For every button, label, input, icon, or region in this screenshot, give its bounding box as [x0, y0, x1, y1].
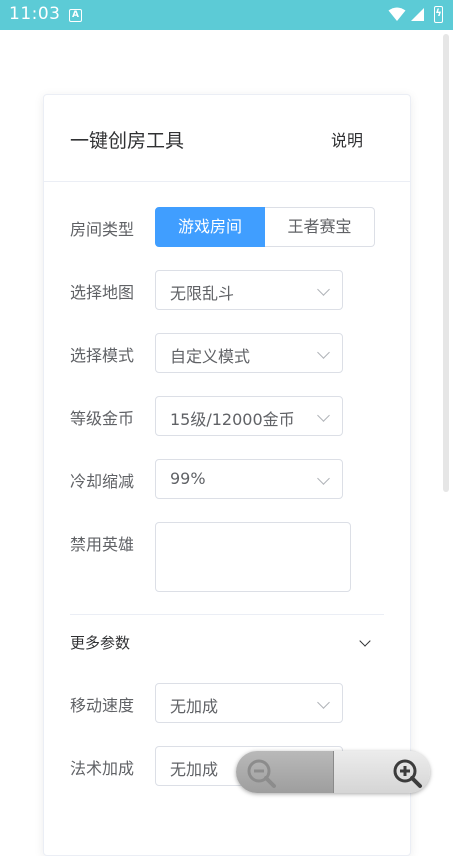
cooldown-select-value: 99% — [170, 469, 206, 488]
chevron-down-icon[interactable] — [359, 635, 371, 647]
level-gold-row: 等级金币 15级/12000金币 — [44, 396, 410, 436]
card-title: 一键创房工具 — [70, 130, 185, 152]
magic-bonus-label: 法术加成 — [70, 759, 135, 778]
map-select[interactable]: 无限乱斗 — [155, 270, 343, 310]
level-gold-select[interactable]: 15级/12000金币 — [155, 396, 343, 436]
page-scrollbar[interactable] — [443, 34, 449, 492]
zoom-out-icon — [247, 759, 276, 788]
mode-select[interactable]: 自定义模式 — [155, 333, 343, 373]
map-label: 选择地图 — [70, 283, 135, 302]
level-gold-select-value: 15级/12000金币 — [170, 410, 295, 429]
room-type-tournament-button[interactable]: 王者赛宝 — [265, 207, 375, 247]
chevron-down-icon — [317, 346, 330, 359]
chevron-down-icon — [317, 696, 330, 709]
zoom-in-icon — [393, 759, 422, 788]
level-gold-label: 等级金币 — [70, 409, 135, 428]
create-room-card: 一键创房工具 说明 房间类型 游戏房间 王者赛宝 选择地图 无限乱斗 选择模式 … — [43, 94, 411, 856]
move-speed-select[interactable]: 无加成 — [155, 683, 343, 723]
card-header: 一键创房工具 说明 — [44, 95, 410, 182]
move-speed-label: 移动速度 — [70, 696, 135, 715]
banned-heroes-input[interactable] — [155, 522, 351, 592]
map-row: 选择地图 无限乱斗 — [44, 270, 410, 310]
cooldown-label: 冷却缩减 — [70, 472, 135, 491]
move-speed-row: 移动速度 无加成 — [44, 683, 410, 723]
banned-heroes-row: 禁用英雄 — [44, 522, 410, 592]
banned-heroes-label: 禁用英雄 — [70, 535, 135, 554]
move-speed-select-value: 无加成 — [170, 697, 219, 716]
room-type-label: 房间类型 — [70, 220, 135, 239]
wifi-icon — [388, 7, 406, 21]
zoom-out-button[interactable] — [236, 751, 333, 793]
more-params-toggle[interactable]: 更多参数 — [70, 632, 130, 653]
mode-label: 选择模式 — [70, 346, 135, 365]
help-link[interactable]: 说明 — [331, 127, 363, 151]
magic-bonus-select-value: 无加成 — [170, 760, 219, 779]
map-select-value: 无限乱斗 — [170, 284, 235, 303]
chevron-down-icon — [317, 409, 330, 422]
status-bar: 11:03 A ϟ — [0, 0, 453, 30]
section-divider — [70, 614, 384, 615]
status-time: 11:03 — [9, 4, 61, 24]
notification-icon: A — [69, 9, 82, 22]
cooldown-select[interactable]: 99% — [155, 459, 343, 499]
zoom-in-button[interactable] — [333, 751, 430, 793]
chevron-down-icon — [317, 283, 330, 296]
mode-select-value: 自定义模式 — [170, 347, 251, 366]
battery-icon: ϟ — [434, 6, 443, 23]
room-type-game-room-button[interactable]: 游戏房间 — [155, 207, 265, 247]
room-type-row: 房间类型 游戏房间 王者赛宝 — [44, 207, 410, 247]
chevron-down-icon — [317, 472, 330, 485]
cooldown-row: 冷却缩减 99% — [44, 459, 410, 499]
zoom-controls — [236, 751, 430, 793]
mode-row: 选择模式 自定义模式 — [44, 333, 410, 373]
signal-icon — [411, 8, 424, 21]
